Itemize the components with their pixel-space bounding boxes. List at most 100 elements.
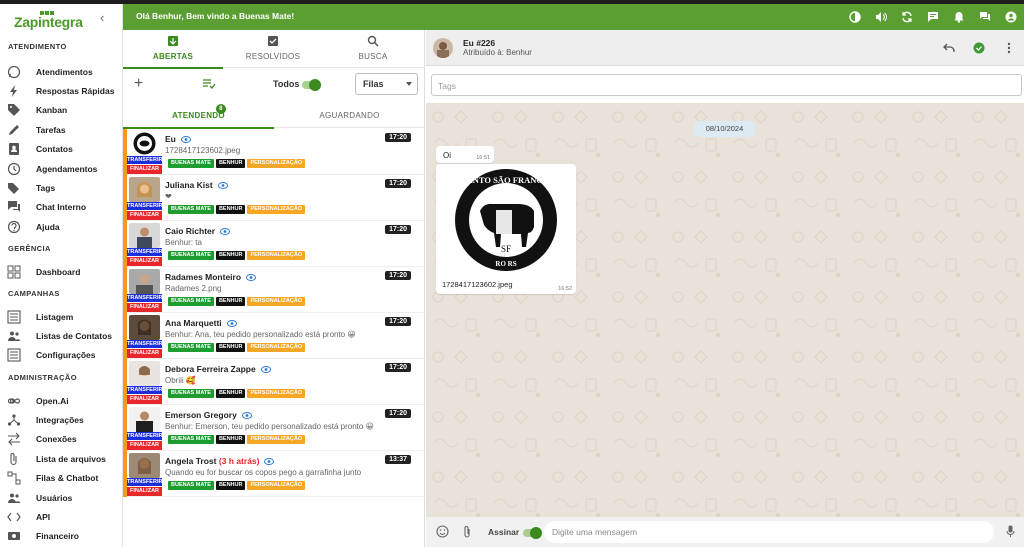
emoji-icon[interactable] (436, 525, 449, 538)
eye-icon[interactable] (180, 136, 191, 144)
eye-icon[interactable] (220, 228, 231, 236)
attach-icon[interactable] (462, 525, 472, 539)
avatar[interactable] (129, 223, 160, 248)
tag-benhur[interactable]: BENHUR (215, 159, 246, 168)
avatar[interactable] (129, 361, 160, 386)
tag-buenas-mate[interactable]: BUENAS MATE (168, 205, 214, 214)
tag-personalizacao[interactable]: PERSONALIZAÇÃO (247, 297, 306, 306)
image-message-bubble[interactable]: RECANTO SÃO FRANCISCO RO RS SF 172841712… (436, 164, 576, 294)
queue-select[interactable]: Filas (355, 73, 418, 95)
sidebar-item-tarefas[interactable]: Tarefas (0, 120, 122, 139)
sidebar-item-kanban[interactable]: Kanban (0, 101, 122, 120)
avatar[interactable] (129, 269, 160, 294)
messages-icon[interactable] (920, 4, 946, 30)
sidebar-item-lista-de-arquivos[interactable]: Lista de arquivos (0, 449, 122, 468)
tag-benhur[interactable]: BENHUR (215, 205, 246, 214)
sidebar-item-listas-de-contatos[interactable]: Listas de Contatos (0, 326, 122, 345)
tag-buenas-mate[interactable]: BUENAS MATE (168, 389, 214, 398)
sidebar-item-contatos[interactable]: Contatos (0, 140, 122, 159)
tag-personalizacao[interactable]: PERSONALIZAÇÃO (247, 159, 306, 168)
volume-icon[interactable] (868, 4, 894, 30)
sidebar-item-conexoes[interactable]: Conexões (0, 430, 122, 449)
tag-personalizacao[interactable]: PERSONALIZAÇÃO (247, 251, 306, 260)
sidebar-item-ajuda[interactable]: Ajuda (0, 217, 122, 236)
avatar[interactable] (129, 315, 160, 340)
resolve-icon[interactable] (964, 35, 994, 61)
sidebar-item-agendamentos[interactable]: Agendamentos (0, 159, 122, 178)
sidebar-item-chat-interno[interactable]: Chat Interno (0, 198, 122, 217)
tag-buenas-mate[interactable]: BUENAS MATE (168, 435, 214, 444)
tag-benhur[interactable]: BENHUR (215, 297, 246, 306)
logo[interactable]: Zapintegra (14, 6, 84, 32)
tag-buenas-mate[interactable]: BUENAS MATE (168, 481, 214, 490)
theme-toggle-icon[interactable] (842, 4, 868, 30)
tag-benhur[interactable]: BENHUR (215, 343, 246, 352)
list-check-icon[interactable] (202, 79, 216, 89)
transfer-button[interactable]: TRANSFERIR (127, 248, 162, 256)
eye-icon[interactable] (217, 182, 228, 190)
refresh-icon[interactable] (894, 4, 920, 30)
message-input[interactable]: Digite uma mensagem (544, 521, 994, 543)
tag-buenas-mate[interactable]: BUENAS MATE (168, 251, 214, 260)
tag-benhur[interactable]: BENHUR (215, 251, 246, 260)
transfer-button[interactable]: TRANSFERIR (127, 432, 162, 440)
ticket-item[interactable]: TRANSFERIR FINALIZAR Eu 1728417123602.jpeg 1… (123, 129, 425, 175)
tag-personalizacao[interactable]: PERSONALIZAÇÃO (247, 481, 306, 490)
tab-waiting[interactable]: AGUARDANDO (274, 102, 425, 128)
tag-personalizacao[interactable]: PERSONALIZAÇÃO (247, 435, 306, 444)
finish-button[interactable]: FINALIZAR (127, 395, 162, 404)
sidebar-item-filas-chatbot[interactable]: Filas & Chatbot (0, 469, 122, 488)
sidebar-item-open-ai[interactable]: Open.Ai (0, 391, 122, 410)
message-image[interactable]: RECANTO SÃO FRANCISCO RO RS SF (438, 167, 574, 274)
tag-personalizacao[interactable]: PERSONALIZAÇÃO (247, 205, 306, 214)
finish-button[interactable]: FINALIZAR (127, 257, 162, 266)
sidebar-item-tags[interactable]: Tags (0, 178, 122, 197)
contact-avatar[interactable] (433, 38, 453, 58)
eye-icon[interactable] (226, 320, 237, 328)
collapse-sidebar-icon[interactable]: ‹ (100, 10, 104, 25)
finish-button[interactable]: FINALIZAR (127, 303, 162, 312)
user-account-icon[interactable] (998, 4, 1024, 30)
ticket-item[interactable]: TRANSFERIR FINALIZAR Juliana Kist ❤ 17:20 BUE… (123, 175, 425, 221)
sidebar-item-dashboard[interactable]: Dashboard (0, 262, 122, 281)
sidebar-item-configuracoes[interactable]: Configurações (0, 346, 122, 365)
tag-personalizacao[interactable]: PERSONALIZAÇÃO (247, 389, 306, 398)
eye-icon[interactable] (264, 458, 275, 466)
tab-search[interactable]: BUSCA (323, 30, 423, 68)
tab-resolved[interactable]: RESOLVIDOS (223, 30, 323, 68)
tag-buenas-mate[interactable]: BUENAS MATE (168, 343, 214, 352)
avatar[interactable] (129, 453, 160, 478)
tag-buenas-mate[interactable]: BUENAS MATE (168, 297, 214, 306)
finish-button[interactable]: FINALIZAR (127, 487, 162, 496)
tag-benhur[interactable]: BENHUR (215, 435, 246, 444)
finish-button[interactable]: FINALIZAR (127, 349, 162, 358)
eye-icon[interactable] (260, 366, 271, 374)
finish-button[interactable]: FINALIZAR (127, 211, 162, 220)
sidebar-item-financeiro[interactable]: Financeiro (0, 527, 122, 546)
sidebar-item-atendimentos[interactable]: Atendimentos (0, 62, 122, 81)
ticket-item[interactable]: TRANSFERIR FINALIZAR Caio Richter Benhur: t… (123, 221, 425, 267)
transfer-button[interactable]: TRANSFERIR (127, 156, 162, 164)
transfer-button[interactable]: TRANSFERIR (127, 294, 162, 302)
ticket-item[interactable]: TRANSFERIR FINALIZAR Debora Ferreira Zappe… (123, 359, 425, 405)
transfer-button[interactable]: TRANSFERIR (127, 478, 162, 486)
eye-icon[interactable] (246, 274, 257, 282)
show-all-toggle[interactable] (302, 79, 321, 91)
message-bubble[interactable]: Oi 16:51 (436, 146, 494, 163)
microphone-icon[interactable] (1006, 525, 1015, 538)
sidebar-item-listagem[interactable]: Listagem (0, 307, 122, 326)
transfer-button[interactable]: TRANSFERIR (127, 386, 162, 394)
tab-open[interactable]: ABERTAS (123, 30, 223, 69)
sidebar-item-respostas-rapidas[interactable]: Respostas Rápidas (0, 81, 122, 100)
sidebar-item-integracoes[interactable]: Integrações (0, 410, 122, 429)
eye-icon[interactable] (241, 412, 252, 420)
ticket-item[interactable]: TRANSFERIR FINALIZAR Emerson Gregory Benhur… (123, 405, 425, 451)
tag-personalizacao[interactable]: PERSONALIZAÇÃO (247, 343, 306, 352)
avatar[interactable] (129, 131, 160, 156)
tags-input[interactable]: Tags (431, 74, 1022, 96)
ticket-item[interactable]: TRANSFERIR FINALIZAR Radames Monteiro Radam… (123, 267, 425, 313)
tab-attending[interactable]: ATENDENDO 8 (123, 102, 274, 129)
transfer-button[interactable]: TRANSFERIR (127, 340, 162, 348)
new-ticket-icon[interactable]: + (134, 75, 143, 93)
finish-button[interactable]: FINALIZAR (127, 441, 162, 450)
